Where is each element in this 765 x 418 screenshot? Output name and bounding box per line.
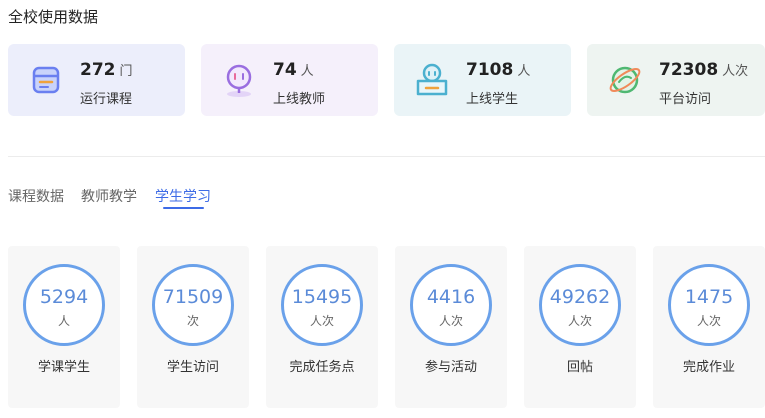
metric-value: 71509: [162, 286, 224, 308]
stat-card-students: 7108 人 上线学生: [394, 44, 571, 116]
metric-card: 4416 人次 参与活动: [395, 246, 507, 408]
metric-label: 参与活动: [424, 360, 477, 375]
metric-ring: 71509 次: [152, 264, 234, 346]
metric-card: 15495 人次 完成任务点: [266, 246, 378, 408]
active-tab-indicator: [163, 207, 204, 209]
metric-value: 49262: [549, 286, 611, 308]
metric-unit: 人次: [567, 314, 592, 328]
metric-value: 1475: [684, 286, 734, 308]
metric-card: 49262 人次 回帖: [524, 246, 636, 408]
stat-value: 7108 人: [466, 60, 531, 80]
metric-unit: 人次: [309, 314, 334, 328]
metric-unit: 人次: [696, 314, 721, 328]
metrics-row: 5294 人 学课学生 71509 次 学生访问 15495 人次 完成任务点 …: [8, 246, 765, 408]
page-title: 全校使用数据: [8, 8, 99, 26]
stat-label: 平台访问: [659, 92, 712, 107]
stat-card-courses: 272 门 运行课程: [8, 44, 185, 116]
stat-card-visits: 72308 人次 平台访问: [587, 44, 765, 116]
planet-icon: [609, 66, 641, 94]
metric-card: 71509 次 学生访问: [137, 246, 249, 408]
stat-value: 72308 人次: [659, 60, 749, 80]
metric-unit: 人次: [438, 314, 463, 328]
metric-ring: 5294 人: [23, 264, 105, 346]
metric-label: 学课学生: [37, 360, 90, 375]
metric-card: 1475 人次 完成作业: [653, 246, 765, 408]
metric-ring: 49262 人次: [539, 264, 621, 346]
metric-ring: 15495 人次: [281, 264, 363, 346]
teacher-icon: [226, 64, 252, 97]
metric-label: 完成作业: [682, 360, 735, 375]
stat-card-teachers: 74 人 上线教师: [201, 44, 378, 116]
stats-row: 272 门 运行课程 74 人 上线教师 7108 人 上线学生 72308 人…: [8, 44, 765, 116]
stat-label: 运行课程: [80, 92, 133, 107]
tab-course-data[interactable]: 课程数据: [8, 186, 64, 206]
stat-value: 272 门: [80, 60, 133, 80]
metric-label: 回帖: [566, 360, 593, 375]
metric-unit: 人: [57, 314, 70, 328]
metric-unit: 次: [186, 314, 199, 328]
tab-teacher-teaching[interactable]: 教师教学: [81, 186, 137, 206]
metric-label: 完成任务点: [289, 360, 355, 375]
section-divider: [8, 156, 765, 157]
metric-ring: 1475 人次: [668, 264, 750, 346]
student-icon: [416, 63, 448, 96]
metric-label: 学生访问: [166, 360, 219, 375]
stat-label: 上线学生: [466, 92, 519, 107]
metric-card: 5294 人 学课学生: [8, 246, 120, 408]
course-book-icon: [32, 66, 60, 94]
stat-label: 上线教师: [273, 92, 326, 107]
tab-student-learning[interactable]: 学生学习: [155, 186, 211, 206]
stat-value: 74 人: [273, 60, 314, 80]
metric-ring: 4416 人次: [410, 264, 492, 346]
metric-value: 15495: [291, 286, 353, 308]
metric-value: 4416: [426, 286, 476, 308]
metric-value: 5294: [39, 286, 89, 308]
